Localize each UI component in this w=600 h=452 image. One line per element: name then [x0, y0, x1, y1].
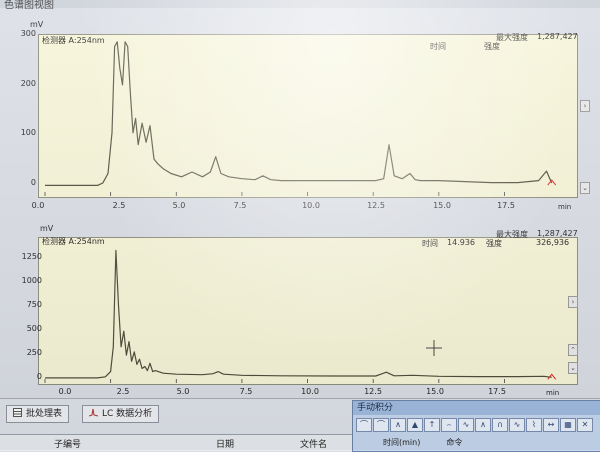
bottom-scroll-down-button[interactable]: ⌄: [568, 362, 578, 374]
integration-tool-12-icon[interactable]: ↔: [543, 418, 559, 432]
integration-tool-11-icon[interactable]: ⌇: [526, 418, 542, 432]
bottom-scroll-right-button[interactable]: ›: [568, 296, 578, 308]
tab-lc-analysis-label: LC 数据分析: [102, 409, 153, 419]
integration-toolbar: ⌒ ⌒ ∧ ▲ ↑ ⌢ ∿ ∧ ∩ ∿ ⌇ ↔ ▦ ✕: [356, 418, 594, 437]
integration-tool-8-icon[interactable]: ∧: [475, 418, 491, 432]
batch-table-icon: [13, 407, 22, 417]
window-title: 色谱图视图: [4, 0, 54, 11]
top-xtick: 15.0: [433, 201, 451, 210]
integration-tool-3-icon[interactable]: ∧: [390, 418, 406, 432]
bottom-intensity-label: 强度: [486, 239, 502, 248]
manual-integration-panel: 手动积分 ⌒ ⌒ ∧ ▲ ↑ ⌢ ∿ ∧ ∩ ∿ ⌇ ↔ ▦ ✕ 时间(min) 命令: [352, 400, 600, 452]
column-header[interactable]: 子编号: [54, 437, 81, 450]
integration-tool-2-icon[interactable]: ⌒: [373, 418, 389, 432]
bottom-time-value: 14.936: [447, 238, 475, 247]
top-max-intensity-value: 1,287,427: [537, 32, 578, 41]
table-header: 子编号 日期 文件名: [0, 434, 360, 451]
column-header[interactable]: 日期: [216, 437, 234, 450]
top-xtick: 2.5: [112, 201, 126, 210]
bottom-detector-label: 检测器 A:254nm: [42, 237, 105, 246]
bottom-xtick: 15.0: [426, 387, 444, 396]
bottom-xtick: 2.5: [116, 387, 130, 396]
bottom-time-label: 时间: [422, 239, 438, 248]
top-scroll-down-button[interactable]: ⌄: [580, 182, 590, 194]
manual-integration-title: 手动积分: [353, 401, 600, 415]
column-header[interactable]: 文件名: [300, 437, 327, 450]
bottom-max-intensity-value: 1,287,427: [537, 229, 578, 238]
column-header[interactable]: 命令: [446, 438, 462, 447]
bottom-xtick: 12.5: [364, 387, 382, 396]
top-xtick: 7.5: [233, 201, 247, 210]
top-xtick: 12.5: [367, 201, 385, 210]
window-title-bar: 色谱图视图: [0, 0, 600, 11]
top-xtick: 0.0: [31, 201, 45, 210]
crosshair-cursor: [426, 340, 442, 356]
integration-tool-1-icon[interactable]: ⌒: [356, 418, 372, 432]
top-intensity-label: 强度: [484, 42, 500, 51]
integration-tool-10-icon[interactable]: ∿: [509, 418, 525, 432]
integration-tool-7-icon[interactable]: ∿: [458, 418, 474, 432]
integration-tool-5-icon[interactable]: ↑: [424, 418, 440, 432]
tab-batch-table[interactable]: 批处理表: [6, 405, 70, 423]
bottom-ytick: 500: [26, 324, 42, 333]
top-scroll-right-button[interactable]: ›: [580, 100, 590, 112]
top-ytick: 100: [20, 128, 36, 137]
bottom-xunit: min: [546, 389, 560, 397]
bottom-ylabel: mV: [40, 224, 54, 233]
top-ytick: 300: [20, 29, 36, 38]
bottom-ytick: 1250: [21, 252, 42, 261]
top-detector-label: 检测器 A:254nm: [42, 36, 105, 45]
top-ytick: 0: [30, 178, 36, 187]
column-header[interactable]: 时间(min): [383, 438, 420, 447]
top-plot-area[interactable]: [38, 34, 578, 198]
bottom-ytick: 0: [36, 372, 42, 381]
bottom-ytick: 250: [26, 348, 42, 357]
bottom-xtick: 10.0: [301, 387, 319, 396]
bottom-intensity-value: 326,936: [536, 238, 570, 247]
bottom-ytick: 1000: [21, 276, 42, 285]
top-max-intensity-label: 最大强度: [496, 33, 528, 42]
top-ytick: 200: [20, 79, 36, 88]
top-trace-line: [45, 41, 553, 186]
bottom-xtick: 5.0: [176, 387, 190, 396]
integration-tool-4-icon[interactable]: ▲: [407, 418, 423, 432]
lc-analysis-icon: [88, 407, 99, 417]
bottom-ytick: 750: [26, 300, 42, 309]
bottom-trace-line: [45, 249, 552, 379]
integration-tool-9-icon[interactable]: ∩: [492, 418, 508, 432]
table-view-icon[interactable]: ▦: [560, 418, 576, 432]
tab-lc-analysis[interactable]: LC 数据分析: [82, 405, 160, 423]
bottom-scroll-up-button[interactable]: ⌃: [568, 344, 578, 356]
top-xunit: min: [558, 203, 572, 211]
manual-integration-columns: 时间(min) 命令: [383, 437, 488, 448]
top-xtick: 5.0: [172, 201, 186, 210]
bottom-xtick: 7.5: [239, 387, 253, 396]
bottom-chromatogram-svg[interactable]: [39, 238, 577, 384]
bottom-xtick: 0.0: [58, 387, 72, 396]
tab-batch-table-label: 批处理表: [26, 409, 63, 419]
top-xtick: 10.0: [302, 201, 320, 210]
bottom-xtick: 17.5: [488, 387, 506, 396]
top-chromatogram-svg[interactable]: [39, 35, 577, 197]
top-time-label: 时间: [430, 42, 446, 51]
bottom-plot-area[interactable]: [38, 237, 578, 385]
close-panel-icon[interactable]: ✕: [577, 418, 593, 432]
top-ylabel: mV: [30, 20, 44, 29]
top-xtick: 17.5: [497, 201, 515, 210]
integration-tool-6-icon[interactable]: ⌢: [441, 418, 457, 432]
